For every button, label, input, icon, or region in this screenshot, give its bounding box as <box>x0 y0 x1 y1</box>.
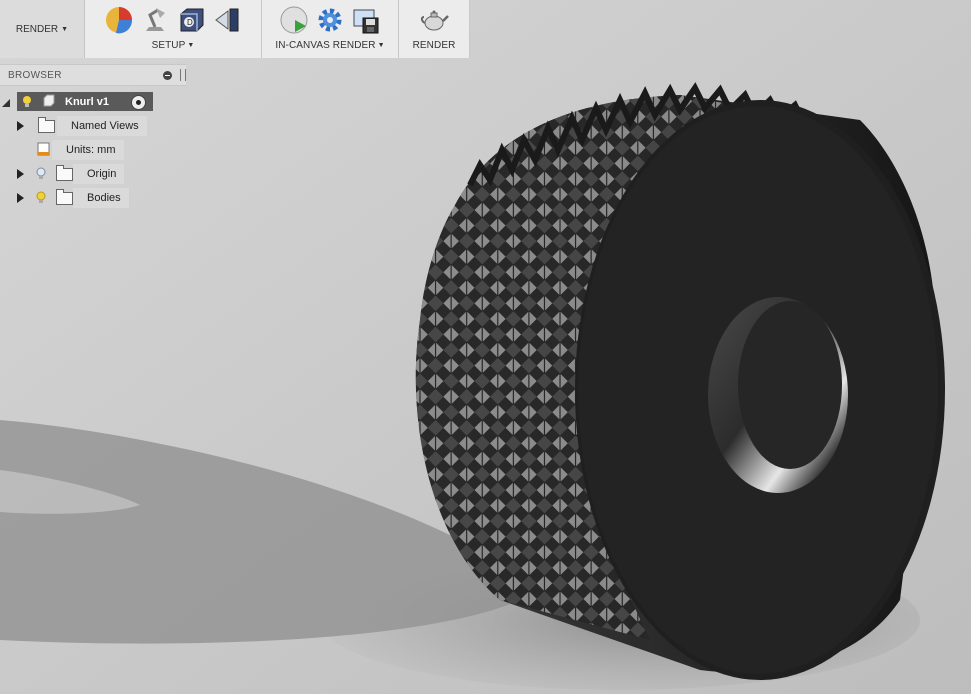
units-ruler-icon <box>36 141 52 160</box>
in-canvas-render-label: IN-CANVAS RENDER <box>275 40 376 51</box>
in-canvas-render-icon[interactable] <box>278 4 310 36</box>
capture-image-icon[interactable] <box>350 4 382 36</box>
in-canvas-render-group: IN-CANVAS RENDER ▼ <box>262 0 399 58</box>
render-teapot-icon[interactable] <box>418 4 450 36</box>
expand-triangle-icon[interactable] <box>17 169 24 179</box>
tree-item-label: Named Views <box>57 116 147 136</box>
decal-icon[interactable] <box>211 4 243 36</box>
tree-item-origin[interactable]: Origin <box>17 164 125 184</box>
render-settings-icon[interactable] <box>314 4 346 36</box>
folder-icon <box>56 164 73 181</box>
tree-root-label: Knurl v1 <box>65 95 110 108</box>
visibility-bulb-icon[interactable] <box>20 94 34 110</box>
render-group: RENDER <box>399 0 470 58</box>
setup-menu[interactable]: SETUP ▼ <box>152 40 195 51</box>
workspace-label: RENDER <box>15 23 59 35</box>
tree-item-units[interactable]: Units: mm <box>36 140 124 160</box>
appearance-icon[interactable] <box>103 4 135 36</box>
workspace-switcher[interactable]: RENDER ▼ <box>0 0 85 58</box>
pin-icon[interactable] <box>180 69 186 81</box>
svg-text:D: D <box>187 18 193 27</box>
folder-icon <box>56 188 73 205</box>
tree-item-label: Origin <box>73 164 125 184</box>
tree-item-label: Bodies <box>73 188 129 208</box>
activate-component-radio[interactable] <box>131 95 146 110</box>
scene-settings-icon[interactable] <box>139 4 171 36</box>
setup-group: D SETUP ▼ <box>85 0 262 58</box>
expanded-triangle-icon <box>2 99 10 107</box>
visibility-bulb-icon[interactable] <box>34 190 48 206</box>
setup-label: SETUP <box>151 40 186 51</box>
toolbar: RENDER ▼ D SETUP ▼ IN-CANVAS RENDER ▼ RE… <box>0 0 470 58</box>
render-button[interactable]: RENDER <box>413 40 456 51</box>
dropdown-caret-icon: ▼ <box>61 25 69 33</box>
tree-item-named-views[interactable]: Named Views <box>17 116 147 136</box>
collapse-icon[interactable] <box>163 70 172 80</box>
dropdown-caret-icon: ▼ <box>187 42 195 49</box>
expand-triangle-icon[interactable] <box>17 121 24 131</box>
in-canvas-render-menu[interactable]: IN-CANVAS RENDER ▼ <box>275 40 384 51</box>
knurl-model[interactable] <box>415 82 945 680</box>
root-expand-toggle[interactable] <box>2 93 10 113</box>
tree-item-bodies[interactable]: Bodies <box>17 188 129 208</box>
component-icon <box>42 94 55 110</box>
browser-title: BROWSER <box>8 69 62 81</box>
browser-header[interactable]: BROWSER <box>0 64 186 86</box>
tree-item-label: Units: mm <box>52 140 124 160</box>
visibility-bulb-icon[interactable] <box>34 166 48 182</box>
dropdown-caret-icon: ▼ <box>377 42 385 49</box>
expand-triangle-icon[interactable] <box>17 193 24 203</box>
folder-icon <box>38 116 55 133</box>
texture-map-icon[interactable]: D <box>175 4 207 36</box>
render-label: RENDER <box>412 40 456 51</box>
